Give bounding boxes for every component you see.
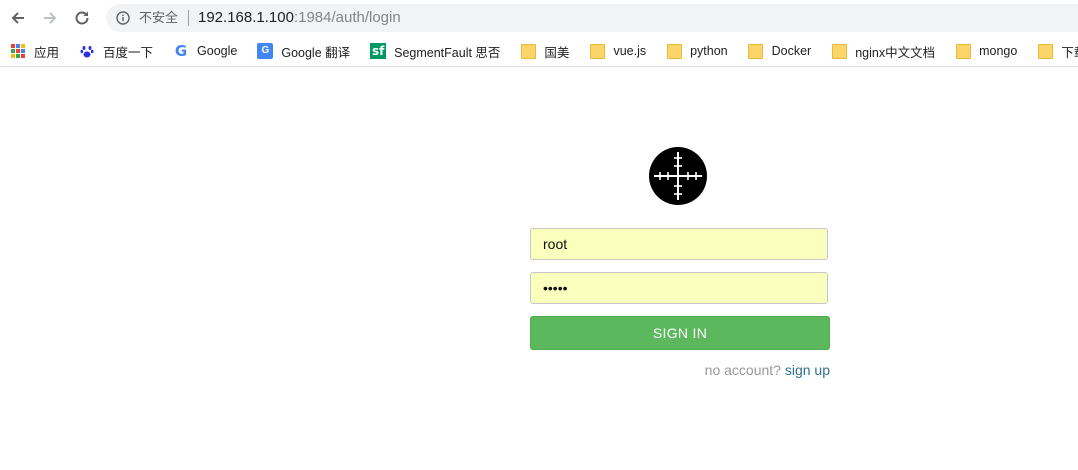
bookmark-google[interactable]: G Google — [163, 37, 247, 65]
reload-icon[interactable] — [70, 6, 94, 30]
google-g-icon: G — [174, 42, 188, 60]
sign-in-button[interactable]: SIGN IN — [530, 316, 830, 350]
insecure-label: 不安全 — [139, 10, 179, 25]
folder-icon — [955, 43, 971, 59]
bookmark-folder-mongo[interactable]: mongo — [945, 37, 1027, 65]
bookmark-folder-guomei[interactable]: 国美 — [510, 37, 579, 65]
segmentfault-icon: sf — [370, 43, 387, 59]
url-host: 192.168.1.100 — [198, 9, 294, 26]
url-separator — [188, 10, 189, 26]
bookmark-label: Google — [197, 44, 238, 58]
bookmark-folder-nginx[interactable]: nginx中文文档 — [821, 37, 945, 65]
bookmark-folder-downloads[interactable]: 下载软件 — [1027, 37, 1078, 65]
info-icon[interactable] — [116, 11, 130, 25]
folder-icon — [748, 43, 764, 59]
folder-icon — [589, 43, 605, 59]
url-path: :1984/auth/login — [293, 9, 401, 26]
bookmark-folder-docker[interactable]: Docker — [738, 37, 822, 65]
google-translate-icon: G — [257, 43, 274, 59]
folder-icon — [1037, 43, 1053, 59]
bookmark-label: mongo — [979, 44, 1018, 58]
no-account-text: no account? — [704, 362, 781, 378]
bookmark-label: vue.js — [613, 44, 647, 58]
bookmark-google-translate[interactable]: G Google 翻译 — [247, 37, 360, 65]
crosshair-logo-icon — [649, 147, 707, 205]
username-input[interactable] — [530, 228, 828, 260]
bookmark-label: nginx中文文档 — [855, 45, 936, 60]
no-account-row: no account? sign up — [705, 362, 830, 378]
bookmark-segmentfault[interactable]: sf SegmentFault 思否 — [360, 37, 510, 65]
bookmark-label: SegmentFault 思否 — [394, 45, 501, 60]
bookmark-label: 应用 — [34, 45, 60, 60]
password-input[interactable] — [530, 272, 828, 304]
bookmark-label: Google 翻译 — [281, 45, 351, 60]
browser-toolbar: 不安全 192.168.1.100:1984/auth/login — [0, 0, 1078, 36]
bookmark-folder-python[interactable]: python — [656, 37, 738, 65]
bookmark-label: 下载软件 — [1061, 45, 1078, 60]
folder-icon — [520, 43, 536, 59]
bookmarks-bar: 应用 百度一下 G Google G Google 翻译 sf SegmentF… — [0, 36, 1078, 67]
address-bar[interactable]: 不安全 192.168.1.100:1984/auth/login — [106, 4, 1078, 32]
folder-icon — [831, 43, 847, 59]
bookmark-label: 国美 — [544, 45, 570, 60]
bookmark-label: 百度一下 — [103, 45, 154, 60]
folder-icon — [666, 43, 682, 59]
forward-arrow-icon[interactable] — [38, 6, 62, 30]
baidu-paw-icon — [79, 43, 95, 59]
bookmark-apps[interactable]: 应用 — [0, 37, 69, 65]
back-arrow-icon[interactable] — [6, 6, 30, 30]
bookmark-label: python — [690, 44, 728, 58]
bookmark-baidu[interactable]: 百度一下 — [69, 37, 163, 65]
sign-up-link[interactable]: sign up — [785, 362, 830, 378]
bookmark-folder-vuejs[interactable]: vue.js — [579, 37, 656, 65]
apps-grid-icon — [10, 43, 26, 59]
bookmark-label: Docker — [771, 44, 812, 58]
url-text[interactable]: 192.168.1.100:1984/auth/login — [198, 9, 401, 27]
